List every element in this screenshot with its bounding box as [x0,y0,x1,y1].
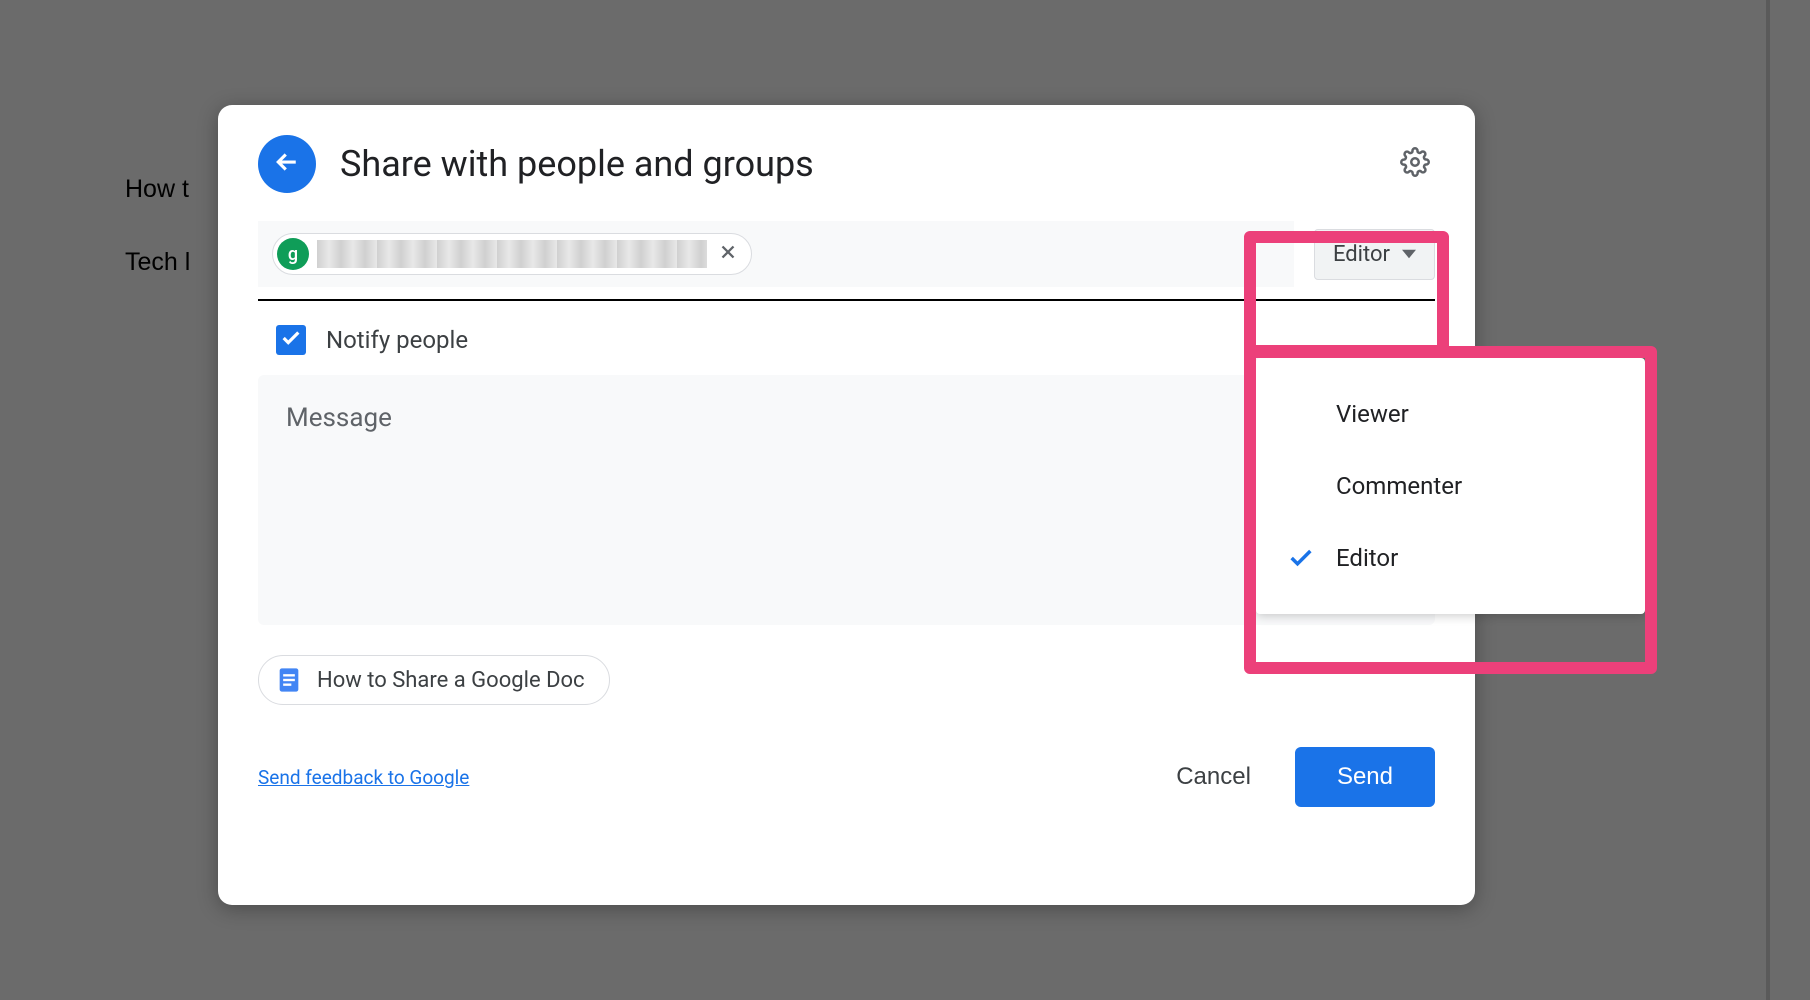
dropdown-item-editor[interactable]: Editor [1256,522,1645,594]
role-selector[interactable]: Editor [1314,229,1435,280]
cancel-button[interactable]: Cancel [1150,749,1277,805]
back-button[interactable] [258,135,316,193]
attachment-chip[interactable]: How to Share a Google Doc [258,655,610,705]
people-input-row: g Editor [258,221,1435,301]
background-text-line1: How t [125,175,189,204]
chip-remove-button[interactable] [715,241,741,267]
settings-button[interactable] [1395,144,1435,184]
dropdown-item-label: Editor [1336,544,1398,572]
role-dropdown-menu: Viewer Commenter Editor [1256,358,1645,614]
feedback-link[interactable]: Send feedback to Google [258,766,469,789]
check-icon [280,327,302,353]
dropdown-item-label: Viewer [1336,400,1409,428]
notify-label: Notify people [326,326,468,354]
send-button[interactable]: Send [1295,747,1435,807]
modal-footer: Send feedback to Google Cancel Send [258,747,1435,807]
background-text-line2: Tech l [125,248,190,277]
notify-row: Notify people [258,325,1435,355]
chip-email-redacted [317,240,707,268]
dropdown-item-label: Commenter [1336,472,1462,500]
arrow-left-icon [272,147,302,181]
chip-avatar: g [277,238,309,270]
modal-title: Share with people and groups [340,143,1371,185]
role-selector-label: Editor [1333,242,1390,267]
dropdown-item-viewer[interactable]: Viewer [1256,378,1645,450]
modal-header: Share with people and groups [258,135,1435,193]
attachment-label: How to Share a Google Doc [317,668,585,693]
person-chip[interactable]: g [272,233,752,275]
caret-down-icon [1402,242,1416,267]
docs-icon [275,666,303,694]
people-input[interactable]: g [258,221,1294,287]
dropdown-item-commenter[interactable]: Commenter [1256,450,1645,522]
close-icon [717,241,739,267]
message-placeholder: Message [286,403,1407,433]
check-icon [1286,544,1316,572]
notify-checkbox[interactable] [276,325,306,355]
gear-icon [1400,147,1430,181]
right-divider [1766,0,1770,1000]
